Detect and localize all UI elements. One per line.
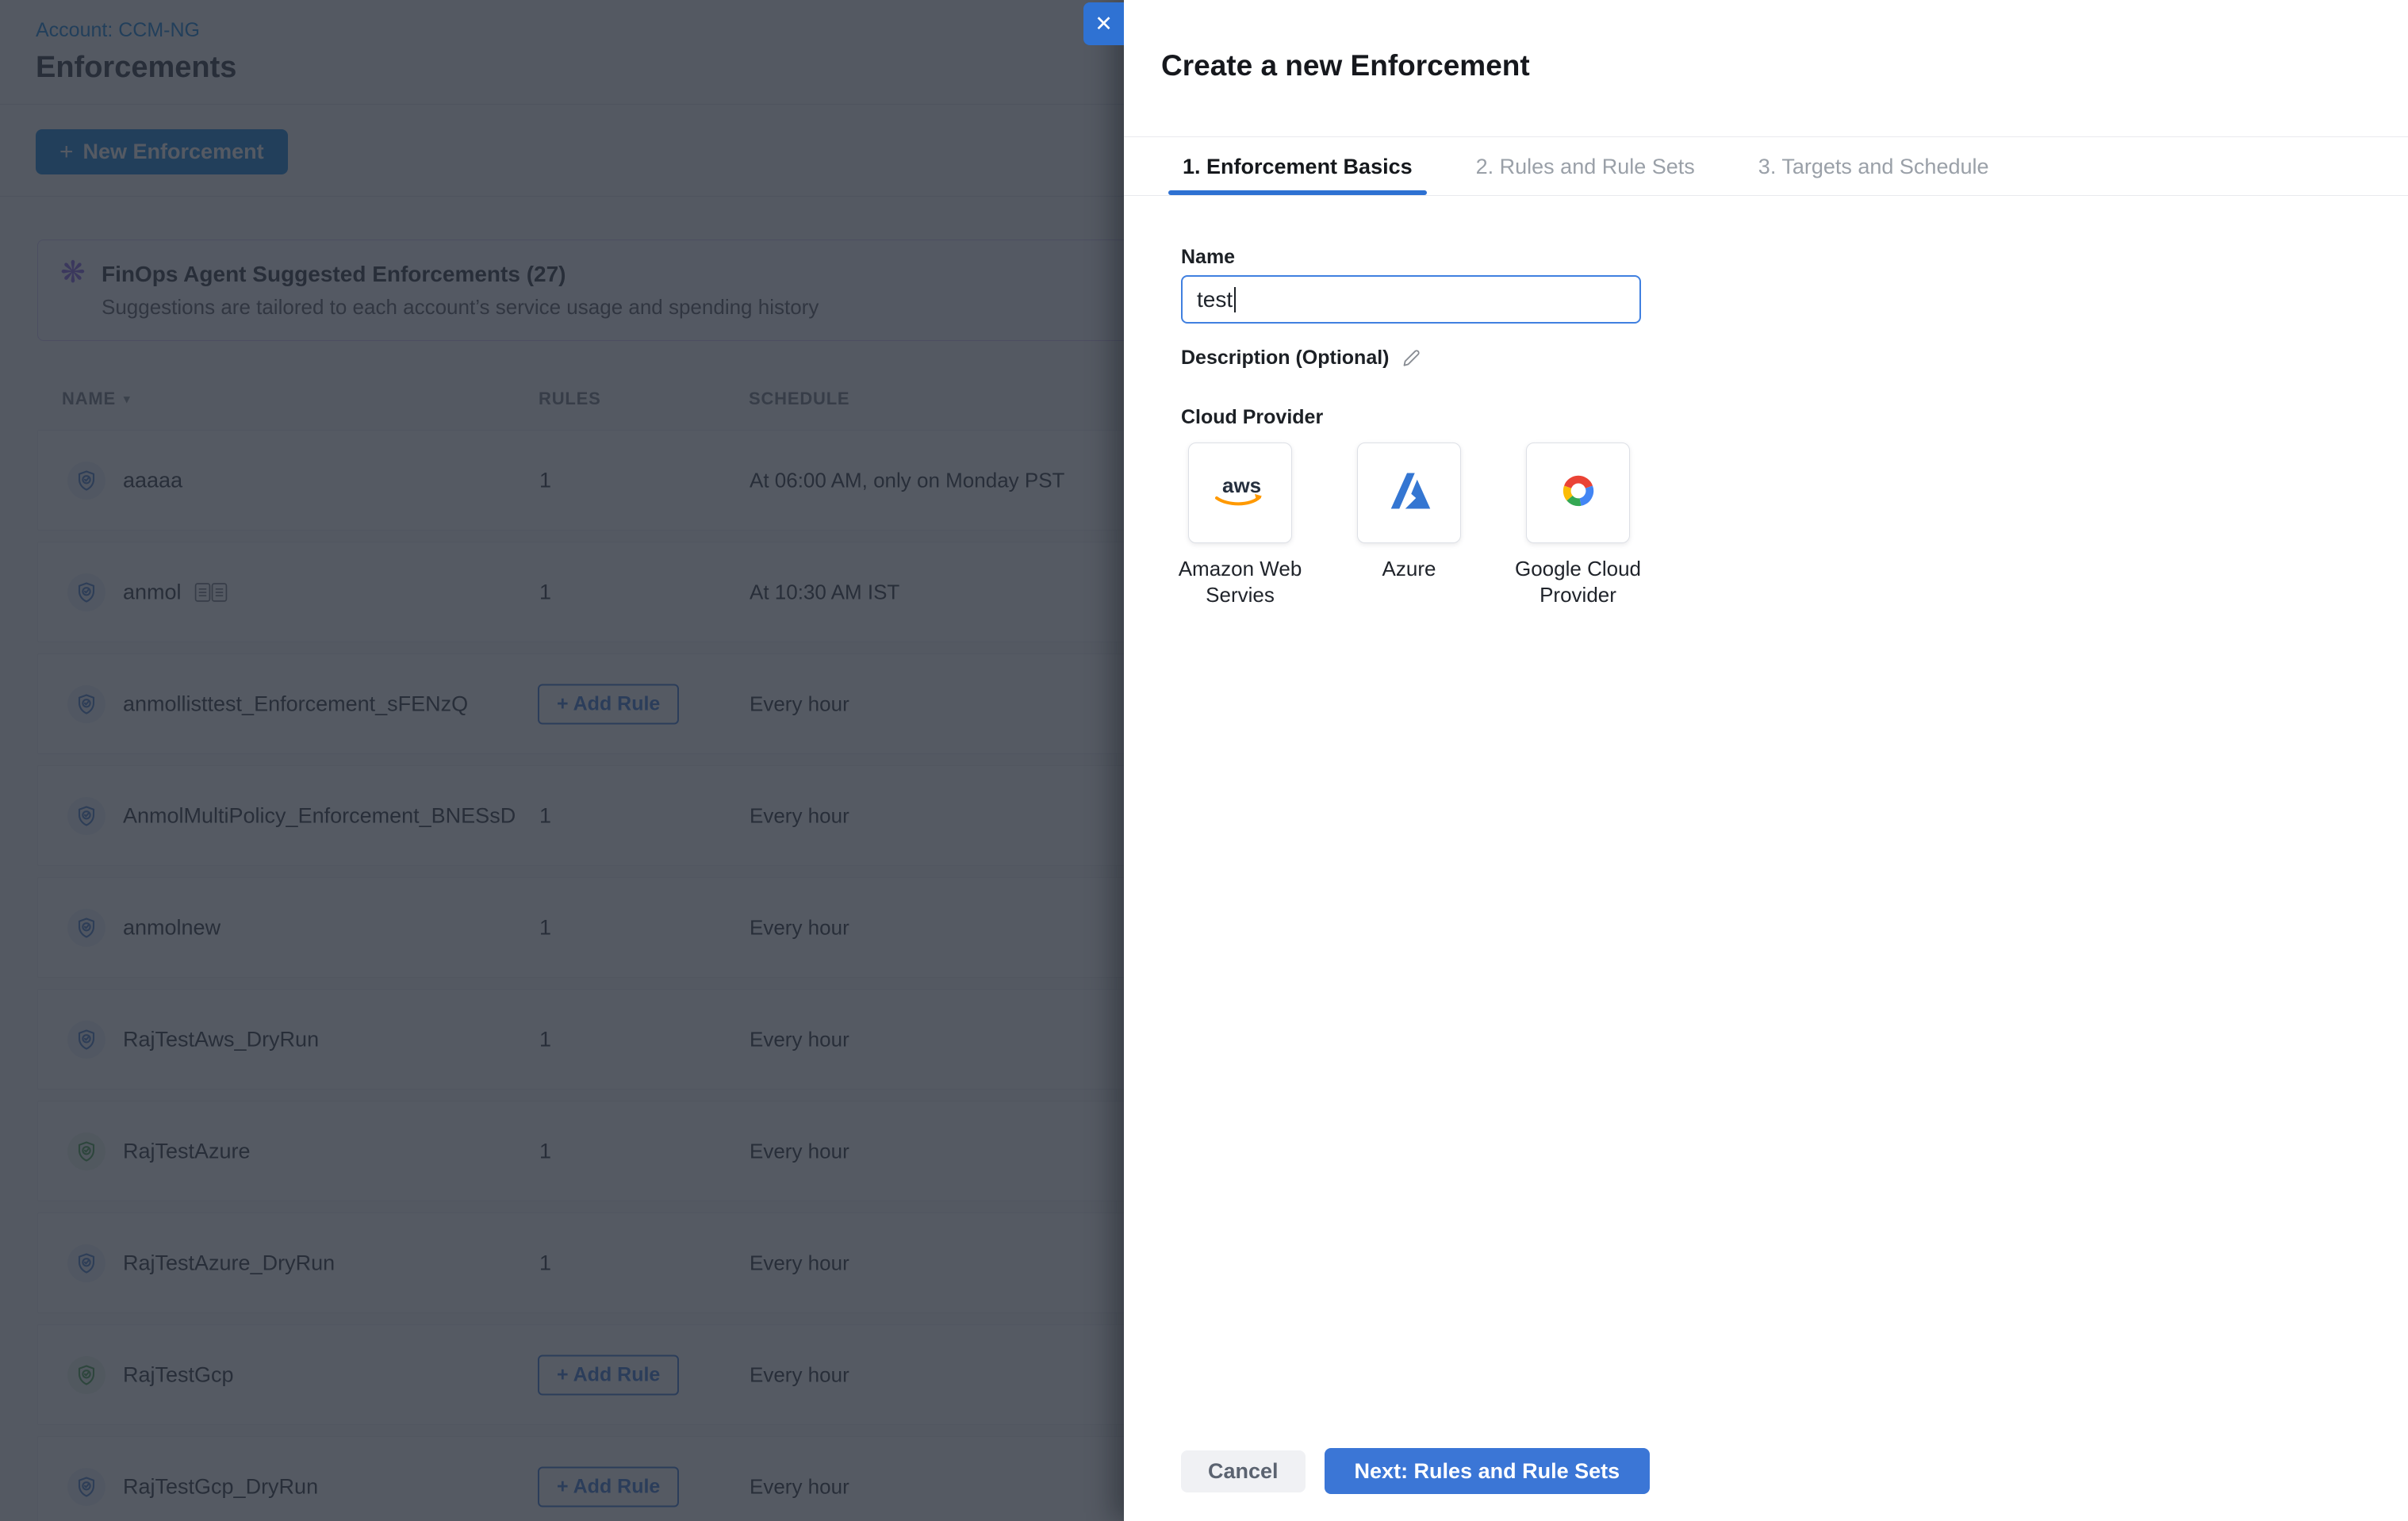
provider-option-gcp[interactable]: Google Cloud Provider <box>1526 443 1630 543</box>
provider-option-azure[interactable]: Azure <box>1357 443 1461 543</box>
azure-card[interactable] <box>1357 443 1461 543</box>
cancel-button[interactable]: Cancel <box>1181 1450 1306 1492</box>
provider-option-aws[interactable]: aws Amazon Web Servies <box>1188 443 1292 543</box>
provider-label-gcp: Google Cloud Provider <box>1507 556 1650 608</box>
drawer-title: Create a new Enforcement <box>1161 49 1530 82</box>
close-icon[interactable]: ✕ <box>1083 2 1124 45</box>
next-rules-button[interactable]: Next: Rules and Rule Sets <box>1325 1448 1651 1494</box>
drawer-header-divider <box>1124 136 2408 137</box>
aws-card[interactable]: aws <box>1188 443 1292 543</box>
name-input[interactable]: test <box>1181 275 1641 324</box>
azure-logo-icon <box>1386 467 1433 519</box>
name-input-value: test <box>1197 287 1233 312</box>
provider-label-aws: Amazon Web Servies <box>1169 556 1312 608</box>
tab-rules-and-rule-sets[interactable]: 2. Rules and Rule Sets <box>1462 138 1709 195</box>
wizard-tabs: 1. Enforcement Basics 2. Rules and Rule … <box>1168 138 2003 195</box>
description-label-row: Description (Optional) <box>1181 347 1422 370</box>
name-label: Name <box>1181 246 1235 269</box>
drawer-footer: Cancel Next: Rules and Rule Sets <box>1181 1448 1650 1494</box>
tab-targets-and-schedule[interactable]: 3. Targets and Schedule <box>1744 138 2003 195</box>
text-cursor <box>1234 287 1236 312</box>
gcp-logo-icon <box>1555 467 1602 519</box>
gcp-card[interactable] <box>1526 443 1630 543</box>
app-window: Account: CCM-NG Enforcements + New Enfor… <box>0 0 2408 1521</box>
cloud-provider-label: Cloud Provider <box>1181 406 1323 429</box>
aws-logo-icon: aws <box>1210 473 1271 513</box>
tabs-divider <box>1124 195 2408 196</box>
provider-label-azure: Azure <box>1338 556 1481 582</box>
tab-enforcement-basics[interactable]: 1. Enforcement Basics <box>1168 138 1427 195</box>
create-enforcement-drawer: ✕ Create a new Enforcement 1. Enforcemen… <box>1124 0 2408 1521</box>
cloud-provider-options: aws Amazon Web Servies <box>1188 443 1630 543</box>
edit-pencil-icon[interactable] <box>1401 347 1422 369</box>
description-label: Description (Optional) <box>1181 347 1390 370</box>
svg-text:aws: aws <box>1222 473 1261 497</box>
